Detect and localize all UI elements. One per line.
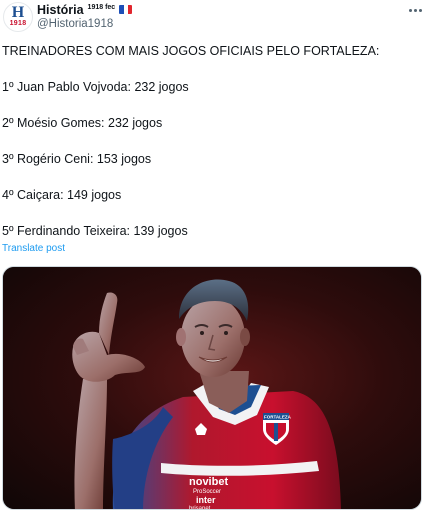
author-name-suffix: 1918 fec [87,3,116,11]
post-text-line: TREINADORES COM MAIS JOGOS OFICIAIS PELO… [2,44,380,58]
post-text-line: 2º Moésio Gomes: 232 jogos [2,116,163,130]
france-flag-icon [119,4,133,14]
avatar[interactable]: H 1918 [3,2,33,32]
post-text-line: 4º Caiçara: 149 jogos [2,188,122,202]
author-display-name[interactable]: História [37,3,84,17]
post-media-image[interactable]: novibet ProSoccer inter brisanet FORTALE… [2,266,422,510]
post-text-line: 5º Ferdinando Teixeira: 139 jogos [2,224,188,238]
translate-post-link[interactable]: Translate post [2,243,65,254]
avatar-letter: H [11,4,25,21]
avatar-year: 1918 [9,20,27,27]
author-name-row[interactable]: História 1918 fec [37,2,133,18]
post-text-line: 3º Rogério Ceni: 153 jogos [2,152,152,166]
shirt-sponsor-1: novibet [189,476,228,488]
post-header: H 1918 História 1918 fec @Historia1918 [0,0,427,34]
crest-label: FORTALEZA [264,415,292,420]
post: H 1918 História 1918 fec @Historia1918 T… [0,0,427,514]
shirt-sponsor-3: inter [196,495,216,505]
post-text-line: 1º Juan Pablo Vojvoda: 232 jogos [2,80,189,94]
shirt-sponsor-4: brisanet [189,506,211,510]
author-handle[interactable]: @Historia1918 [37,18,113,30]
more-options-icon[interactable] [407,2,423,18]
